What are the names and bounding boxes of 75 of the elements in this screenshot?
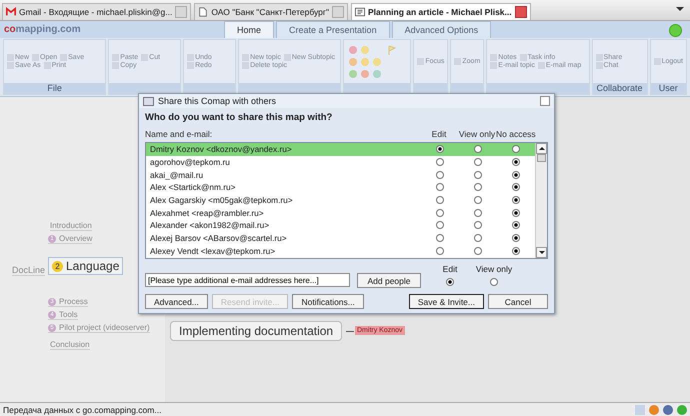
radio-button[interactable] [474, 208, 482, 217]
map-topic[interactable]: Conclusion [50, 340, 90, 350]
dialog-button[interactable]: Advanced... [145, 294, 208, 309]
column-header: View only [458, 129, 496, 139]
dialog-question: Who do you want to share this map with? [144, 111, 334, 125]
group-label: User [650, 83, 686, 94]
ribbon-tab[interactable]: Home [224, 21, 274, 38]
radio-button[interactable] [436, 170, 444, 179]
option-label: Edit [442, 264, 458, 274]
person-row[interactable]: Alexey Vendt <lexav@tepkom.ru> [146, 244, 535, 258]
radio-button[interactable] [436, 158, 444, 166]
radio-button[interactable] [436, 234, 444, 242]
dialog-title: Share this Comap with others [158, 96, 276, 106]
person-row[interactable]: Alex Gagarskiy <m05gak@tepkom.ru> [146, 194, 535, 206]
ribbon-tab[interactable]: Create a Presentation [276, 21, 390, 38]
person-row[interactable]: akai_@mail.ru [146, 168, 535, 182]
radio-button[interactable] [474, 234, 482, 242]
column-header: No access [496, 129, 534, 139]
group-label: File [4, 83, 106, 94]
radio-button[interactable] [512, 170, 520, 179]
browser-tab[interactable]: Planning an article - Michael Plisk... [351, 3, 531, 20]
radio-button[interactable] [512, 158, 520, 166]
map-topic[interactable]: Introduction [50, 221, 92, 231]
radio-button[interactable] [512, 208, 520, 217]
dialog-button[interactable]: Save & Invite... [408, 294, 484, 309]
radio-button[interactable] [436, 221, 444, 230]
radio-button[interactable] [512, 183, 520, 192]
radio-button[interactable] [436, 246, 444, 255]
group-label: Collaborate [592, 83, 647, 94]
radio-button[interactable] [436, 208, 444, 217]
radio-button[interactable] [512, 234, 520, 242]
map-topic[interactable]: 2 Language [48, 257, 124, 275]
add-people-button[interactable]: Add people [357, 273, 421, 288]
radio-button[interactable] [474, 221, 482, 230]
radio-button[interactable] [512, 196, 520, 204]
browser-tab[interactable]: ОАО "Банк "Санкт-Петербург" [194, 3, 348, 20]
dialog-button[interactable]: Notifications... [292, 294, 364, 309]
status-text: Передача данных с go.comapping.com... [3, 404, 162, 414]
column-header: Edit [430, 129, 448, 139]
column-header: Name and e-mail: [145, 129, 214, 139]
logo: comapping.com [3, 24, 82, 37]
person-row[interactable]: Dmitry Koznov <dkoznov@yandex.ru> [146, 143, 535, 156]
ribbon-tab[interactable]: Advanced Options [392, 21, 492, 38]
person-row[interactable]: Alex <Startick@nm.ru> [146, 181, 535, 194]
email-input-field[interactable]: [Please type additional e-mail addresses here...] [145, 273, 350, 287]
mail-icon [6, 7, 16, 17]
radio-button[interactable] [512, 145, 520, 154]
person-row[interactable]: Alexej Barsov <ABarsov@scartel.ru> [146, 232, 535, 244]
radio-button[interactable] [474, 196, 482, 204]
dialog-button[interactable]: Cancel [488, 294, 548, 309]
person-row[interactable]: Alexander <akon1982@mail.ru> [146, 219, 535, 232]
radio-button[interactable] [474, 183, 482, 192]
option-label: View only [476, 264, 512, 274]
map-topic[interactable]: Implementing documentation [170, 321, 342, 341]
radio-button[interactable] [436, 145, 444, 154]
radio-button[interactable] [490, 278, 498, 286]
radio-button[interactable] [474, 145, 482, 154]
scrollbar[interactable] [535, 143, 547, 258]
map-topic[interactable]: DocLine [12, 265, 46, 276]
online-status-icon [669, 24, 682, 37]
radio-button[interactable] [436, 183, 444, 192]
radio-button[interactable] [512, 221, 520, 230]
radio-button[interactable] [474, 158, 482, 166]
person-row[interactable]: agorohov@tepkom.ru [146, 156, 535, 168]
radio-button[interactable] [512, 246, 520, 255]
window-icon [143, 96, 154, 106]
radio-button[interactable] [446, 278, 454, 286]
map-icon [355, 7, 366, 17]
radio-button[interactable] [436, 196, 444, 204]
person-row[interactable]: Alexahmet <reap@rambler.ru> [146, 206, 535, 220]
close-icon[interactable] [540, 96, 550, 106]
radio-button[interactable] [474, 246, 482, 255]
radio-button[interactable] [474, 170, 482, 179]
close-tab-icon[interactable] [514, 6, 527, 18]
browser-tab[interactable]: Gmail - Входящие - michael.pliskin@g... [2, 3, 192, 20]
